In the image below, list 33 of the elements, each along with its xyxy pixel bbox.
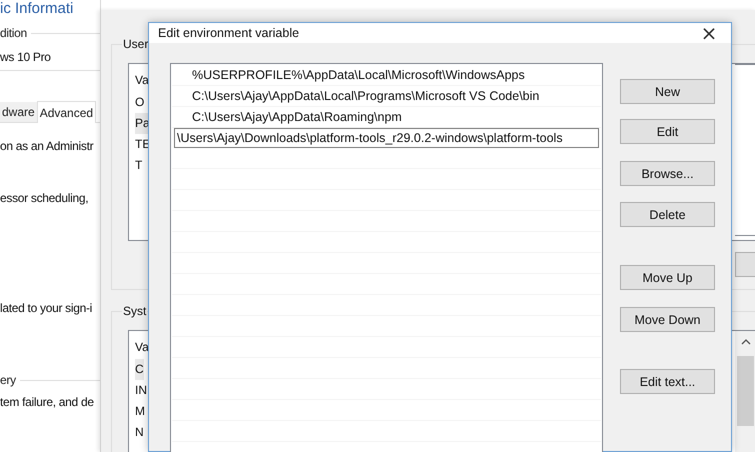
description-text: lated to your sign-i xyxy=(0,301,94,315)
variable-row[interactable]: N xyxy=(135,422,144,443)
dialog-button[interactable]: Move Up xyxy=(620,265,715,290)
dialog-button[interactable]: Edit xyxy=(620,119,715,144)
path-row[interactable]: C:\Users\Ajay\AppData\Local\Programs\Microsoft VS Code\bin xyxy=(172,86,601,107)
group-label: Syst xyxy=(122,304,148,318)
tab[interactable]: dware xyxy=(0,102,37,122)
description-text: tem failure, and de xyxy=(0,395,95,409)
path-row[interactable]: %USERPROFILE%\AppData\Local\Microsoft\WindowsApps xyxy=(172,65,601,86)
description-text: essor scheduling, xyxy=(0,191,90,205)
variable-row[interactable]: C xyxy=(135,359,144,380)
group-label: ery xyxy=(0,373,16,387)
group-label: User xyxy=(122,37,150,51)
dialog-button[interactable]: Move Down xyxy=(620,307,715,332)
dialog-button[interactable]: New xyxy=(620,79,715,104)
column-header: Va xyxy=(135,72,149,89)
group-label: dition xyxy=(0,26,27,40)
tab[interactable]: Advanced xyxy=(36,101,96,123)
dialog-title: Edit environment variable xyxy=(158,26,300,40)
window-title: ic Informati xyxy=(0,0,74,17)
scrollbar-thumb[interactable] xyxy=(737,356,754,426)
dialog-button[interactable]: Delete xyxy=(620,202,715,227)
close-button[interactable]: × xyxy=(699,23,719,43)
column-header: Va xyxy=(135,339,149,356)
variable-row[interactable]: O xyxy=(135,92,144,113)
dialog-button[interactable]: Edit text... xyxy=(620,369,715,394)
path-input-field[interactable]: \Users\Ajay\Downloads\platform-tools_r29.0.2-windows\platform-tools xyxy=(174,128,599,148)
variable-row[interactable]: IN xyxy=(135,380,147,401)
description-text: on as an Administr xyxy=(0,139,94,153)
dialog-button[interactable]: Browse... xyxy=(620,161,715,186)
variable-row[interactable]: M xyxy=(135,401,145,422)
edition-text: ws 10 Pro xyxy=(0,50,52,64)
variable-row[interactable]: T xyxy=(135,155,142,176)
